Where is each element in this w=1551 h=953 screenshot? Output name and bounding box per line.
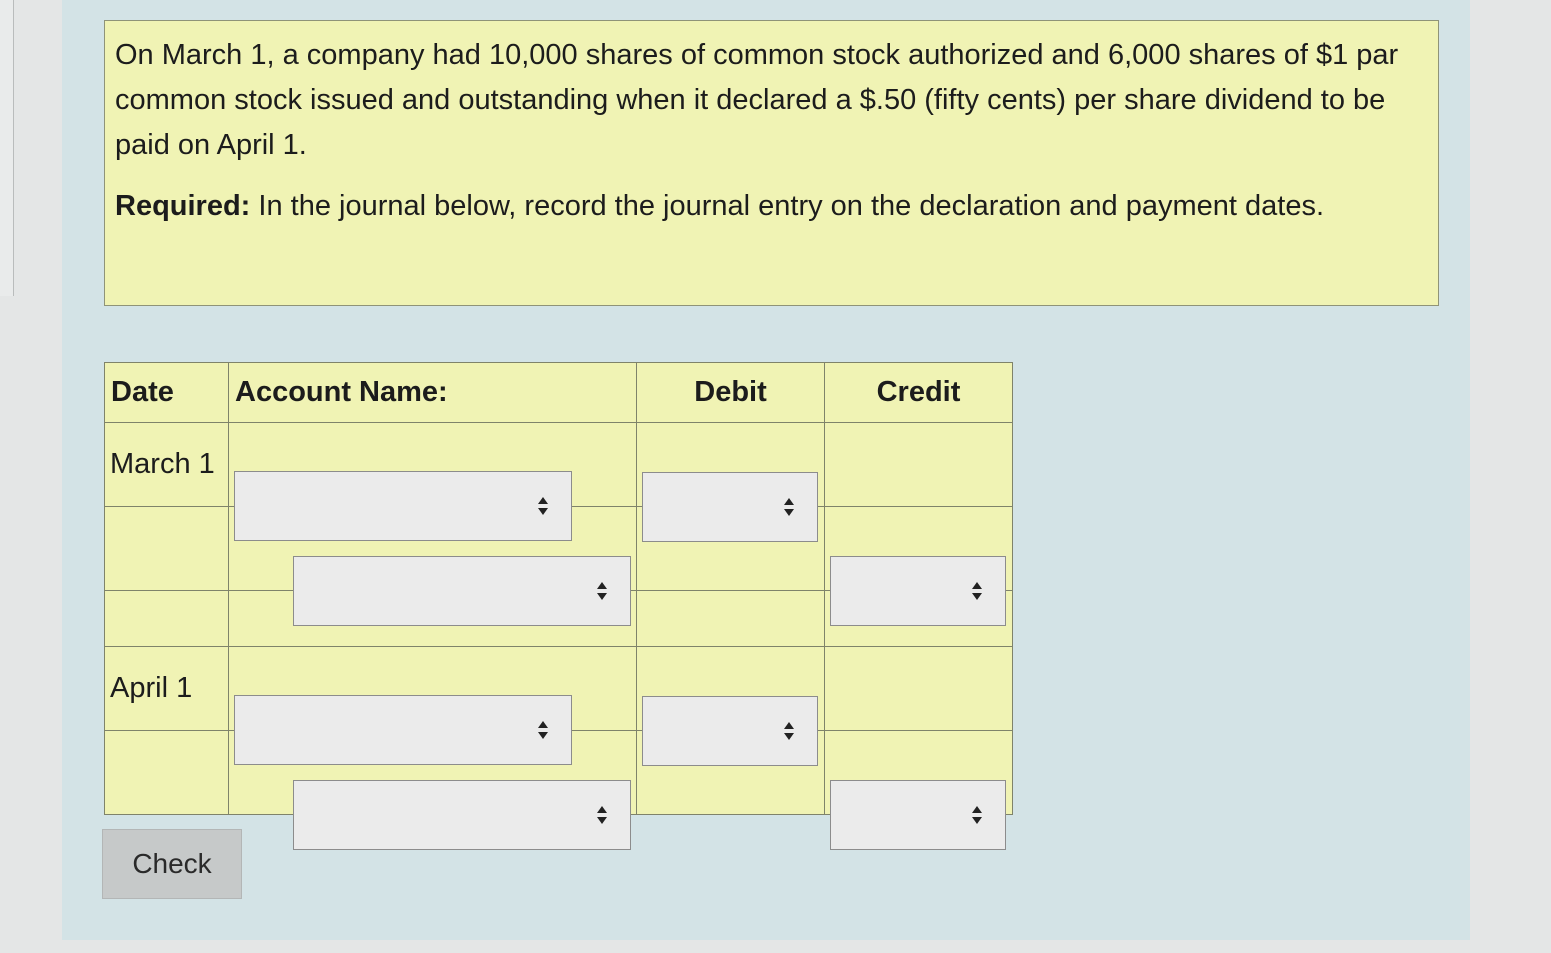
required-label: Required: [115,190,251,222]
date-cell: March 1 [104,422,229,507]
select-arrows-icon [538,496,548,515]
header-date: Date [104,362,229,423]
debit-select[interactable] [642,471,818,542]
account-select[interactable] [293,779,631,850]
required-text: In the journal below, record the journal… [250,190,1325,222]
select-arrows-icon [538,720,548,739]
select-arrows-icon [597,581,607,600]
debit-select[interactable] [642,695,818,766]
window-edge [0,0,14,296]
header-credit: Credit [824,362,1013,423]
header-debit: Debit [636,362,825,423]
journal-header-row: Date Account Name: Debit Credit [104,362,1013,423]
debit-cell [636,646,825,766]
date-cell [104,730,229,815]
credit-cell [824,506,1013,626]
account-select[interactable] [234,470,572,541]
credit-cell [824,422,1013,507]
debit-cell [636,590,825,647]
check-button[interactable]: Check [102,829,242,899]
credit-select[interactable] [830,555,1006,626]
header-account-name: Account Name: [228,362,637,423]
journal-row: March 1 [104,422,1013,542]
debit-cell [636,422,825,542]
date-cell [104,590,229,647]
problem-statement: On March 1, a company had 10,000 shares … [104,20,1439,306]
account-cell [228,422,637,541]
date-cell: April 1 [104,646,229,731]
account-select[interactable] [234,694,572,765]
required-instruction: Required: In the journal below, record t… [115,184,1428,229]
select-arrows-icon [972,805,982,824]
journal-row: April 1 [104,646,1013,766]
credit-cell [824,646,1013,731]
credit-cell [824,730,1013,850]
date-cell [104,506,229,591]
journal-table: Date Account Name: Debit Credit March 1 [104,362,1013,850]
account-select[interactable] [293,555,631,626]
select-arrows-icon [784,497,794,516]
select-arrows-icon [784,721,794,740]
select-arrows-icon [597,805,607,824]
account-cell [228,646,637,765]
credit-select[interactable] [830,779,1006,850]
select-arrows-icon [972,581,982,600]
problem-text: On March 1, a company had 10,000 shares … [115,39,1399,161]
